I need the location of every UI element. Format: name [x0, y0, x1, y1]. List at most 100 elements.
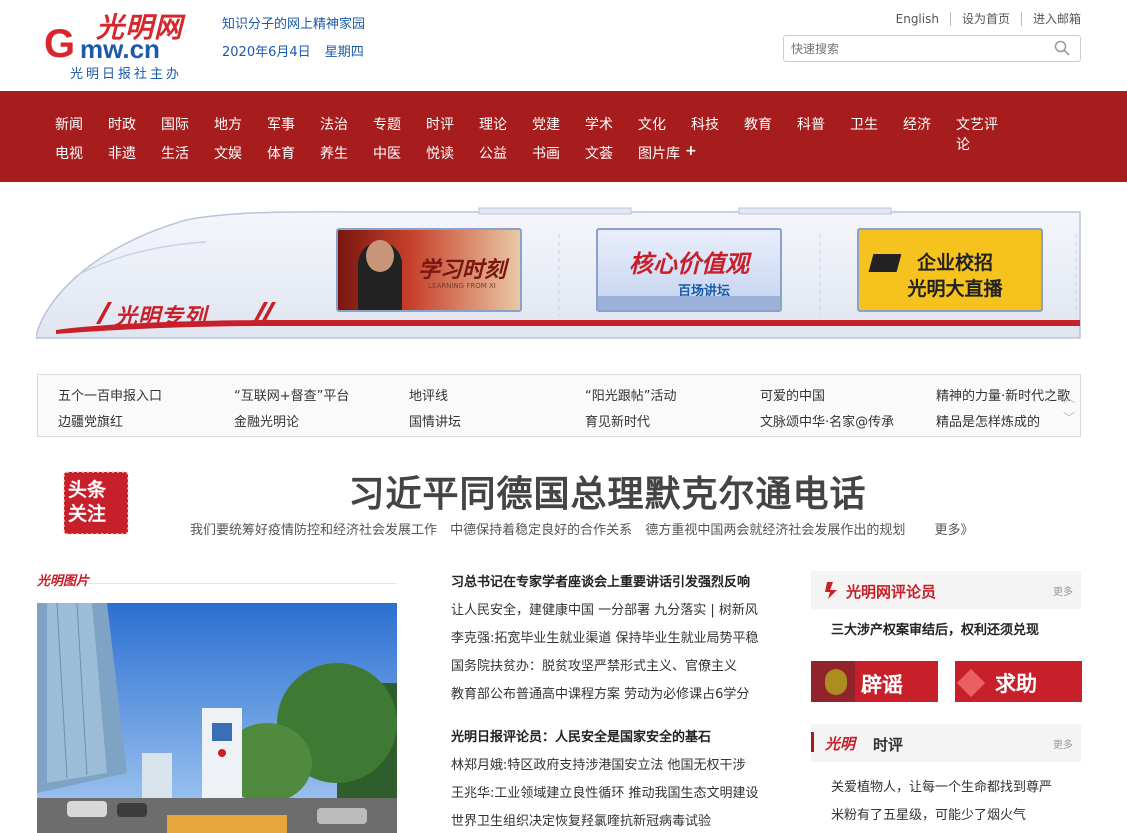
- news-item[interactable]: 让人民安全，建健康中国 一分部署 九分落实 | 树新风: [451, 602, 771, 630]
- topic-link[interactable]: 文脉颂中华·名家@传承: [760, 411, 894, 430]
- logo-subtitle: 光明日报社主办: [70, 67, 183, 82]
- news-item[interactable]: 国务院扶贫办：脱贫攻坚严禁形式主义、官僚主义: [451, 658, 771, 686]
- tile-learning[interactable]: 学习时刻 LEARNING FROM XI: [336, 228, 522, 312]
- photo-section-header: 光明图片: [37, 570, 397, 589]
- rumor-label: 辟谣: [861, 673, 903, 697]
- headline-title[interactable]: 习近平同德国总理默克尔通电话: [0, 465, 1127, 517]
- topic-link[interactable]: 精品是怎样炼成的: [936, 411, 1040, 430]
- commentator-icon: [825, 582, 837, 599]
- date-line: 2020年6月4日 星期四: [222, 41, 364, 60]
- heart-icon: [956, 668, 986, 698]
- topic-link[interactable]: 国情讲坛: [409, 411, 461, 430]
- nav-row-2: 电视 非遗 生活 文娱 体育 养生 中医 悦读 公益 书画 文荟 图片库 +: [55, 143, 697, 163]
- nav-item[interactable]: 科普: [797, 114, 850, 154]
- headline-subs: 我们要统筹好疫情防控和经济社会发展工作 中德保持着稳定良好的合作关系 德方重视中…: [190, 519, 982, 538]
- nav-item[interactable]: 体育: [267, 143, 320, 163]
- nav-item[interactable]: 中医: [373, 143, 426, 163]
- nav-item[interactable]: 文艺评论: [956, 114, 1009, 154]
- topic-links: 五个一百申报入口 “互联网+督查”平台 地评线 “阳光跟帖”活动 可爱的中国 精神的力量·…: [37, 374, 1081, 437]
- news-item[interactable]: 教育部公布普通高中课程方案 劳动为必修课占6学分: [451, 686, 771, 714]
- tile-core-values[interactable]: 核心价值观 百场讲坛: [596, 228, 782, 312]
- chevron-up-icon[interactable]: ︿: [1062, 389, 1076, 405]
- comment-item[interactable]: 米粉有了五星级，可能少了烟火气: [831, 804, 1052, 832]
- nav-item[interactable]: 非遗: [108, 143, 161, 163]
- headline-sub-2[interactable]: 中德保持着稳定良好的合作关系: [450, 523, 632, 538]
- search-input[interactable]: [784, 36, 1034, 61]
- tile-campus-live[interactable]: 企业校招 光明大直播: [857, 228, 1043, 312]
- rumor-button[interactable]: 辟谣: [811, 661, 938, 702]
- nav-item[interactable]: 养生: [320, 143, 373, 163]
- search-box: [783, 35, 1081, 62]
- comment-logo: 光明: [825, 735, 856, 753]
- news-headline-1[interactable]: 习总书记在专家学者座谈会上重要讲话引发强烈反响: [451, 574, 771, 602]
- nav-item[interactable]: 经济: [903, 114, 956, 154]
- topic-link[interactable]: 五个一百申报入口: [58, 385, 162, 404]
- news-item[interactable]: 世界卫生组织决定恢复羟氯喹抗新冠病毒试验: [451, 813, 771, 833]
- tile-core-values-title: 核心价值观: [629, 250, 749, 278]
- train-label: 光明专列: [115, 305, 208, 330]
- rumor-icon-stripe: [811, 661, 855, 702]
- comment-item[interactable]: 关爱植物人，让每一个生命都找到尊严: [831, 776, 1052, 804]
- headline-sub-3[interactable]: 德方重视中国两会就经济社会发展作出的规划: [645, 523, 905, 538]
- topic-link[interactable]: 精神的力量·新时代之歌: [936, 385, 1070, 404]
- nav-item[interactable]: 悦读: [426, 143, 479, 163]
- photo-section-label[interactable]: 光明图片: [37, 574, 89, 589]
- commentator-title[interactable]: 光明网评论员: [846, 581, 936, 602]
- news-list: 习总书记在专家学者座谈会上重要讲话引发强烈反响 让人民安全，建健康中国 一分部署…: [451, 574, 771, 833]
- topic-link[interactable]: 育见新时代: [585, 411, 650, 430]
- date-text: 2020年6月4日: [222, 45, 311, 60]
- commentator-more-link[interactable]: 更多: [1053, 583, 1073, 598]
- topic-link[interactable]: 地评线: [409, 385, 448, 404]
- news-item[interactable]: 李克强:拓宽毕业生就业渠道 保持毕业生就业局势平稳: [451, 630, 771, 658]
- tile-campus-line1: 企业校招: [916, 252, 993, 274]
- news-item[interactable]: 林郑月娥:特区政府支持涉港国安立法 他国无权干涉: [451, 757, 771, 785]
- commentator-headline[interactable]: 三大涉产权案审结后，权利还须兑现: [831, 619, 1039, 638]
- logo-g: G: [44, 22, 76, 66]
- headline-sub-1[interactable]: 我们要统筹好疫情防控和经济社会发展工作: [190, 523, 437, 538]
- logo-domain: mw.cn: [80, 34, 160, 64]
- comment-header-bar: [811, 732, 814, 752]
- site-slogan: 知识分子的网上精神家园: [222, 17, 366, 32]
- nav-item[interactable]: 文娱: [214, 143, 267, 163]
- top-links: English 设为首页 进入邮箱: [885, 12, 1081, 26]
- comment-more-link[interactable]: 更多: [1053, 736, 1073, 751]
- nav-item[interactable]: 公益: [479, 143, 532, 163]
- set-homepage-link[interactable]: 设为首页: [951, 12, 1022, 26]
- search-icon[interactable]: [1054, 40, 1070, 56]
- comment-title[interactable]: 时评: [873, 734, 903, 755]
- english-link[interactable]: English: [885, 12, 951, 26]
- topic-link[interactable]: “互联网+督查”平台: [234, 385, 349, 404]
- tile-learning-title: 学习时刻: [417, 258, 506, 283]
- topic-link[interactable]: 边疆党旗红: [58, 411, 123, 430]
- mail-link[interactable]: 进入邮箱: [1022, 12, 1081, 26]
- nav-item[interactable]: 图片库: [638, 143, 691, 163]
- topic-link[interactable]: 可爱的中国: [760, 385, 825, 404]
- topic-link[interactable]: 金融光明论: [234, 411, 299, 430]
- site-logo[interactable]: G 光明网 mw.cn 光明日报社主办: [44, 6, 210, 82]
- city-skyline: [598, 296, 780, 310]
- nav-item[interactable]: 教育: [744, 114, 797, 154]
- help-label: 求助: [995, 672, 1037, 696]
- weekday-text: 星期四: [324, 45, 364, 60]
- chevron-down-icon[interactable]: ﹀: [1062, 409, 1076, 425]
- tile-campus-line2: 光明大直播: [907, 278, 1003, 300]
- news-headline-2[interactable]: 光明日报评论员：人民安全是国家安全的基石: [451, 729, 771, 757]
- nav-item[interactable]: 卫生: [850, 114, 903, 154]
- news-gap: [451, 714, 771, 729]
- headline-more-link[interactable]: 更多》: [934, 523, 973, 538]
- featured-photo[interactable]: [37, 603, 397, 833]
- main-nav: 新闻 时政 国际 地方 军事 法治 专题 时评 理论 党建 学术 文化 科技 教育 科普 卫生 经济 文艺评论 电…: [0, 91, 1127, 182]
- nav-item[interactable]: 书画: [532, 143, 585, 163]
- comment-list: 关爱植物人，让每一个生命都找到尊严 米粉有了五星级，可能少了烟火气: [831, 776, 1052, 832]
- portrait-face: [366, 240, 394, 272]
- nav-item[interactable]: 文荟: [585, 143, 638, 163]
- nav-item[interactable]: 电视: [55, 143, 108, 163]
- nav-expand-icon[interactable]: +: [685, 143, 697, 163]
- tile-learning-sub: LEARNING FROM XI: [428, 282, 496, 290]
- nav-item[interactable]: 生活: [161, 143, 214, 163]
- topic-link[interactable]: “阳光跟帖”活动: [585, 385, 676, 404]
- nav-item[interactable]: 科技: [691, 114, 744, 154]
- help-button[interactable]: 求助: [955, 661, 1082, 702]
- news-item[interactable]: 王兆华:工业领域建立良性循环 推动我国生态文明建设: [451, 785, 771, 813]
- commentator-header: 光明网评论员 更多: [811, 571, 1081, 609]
